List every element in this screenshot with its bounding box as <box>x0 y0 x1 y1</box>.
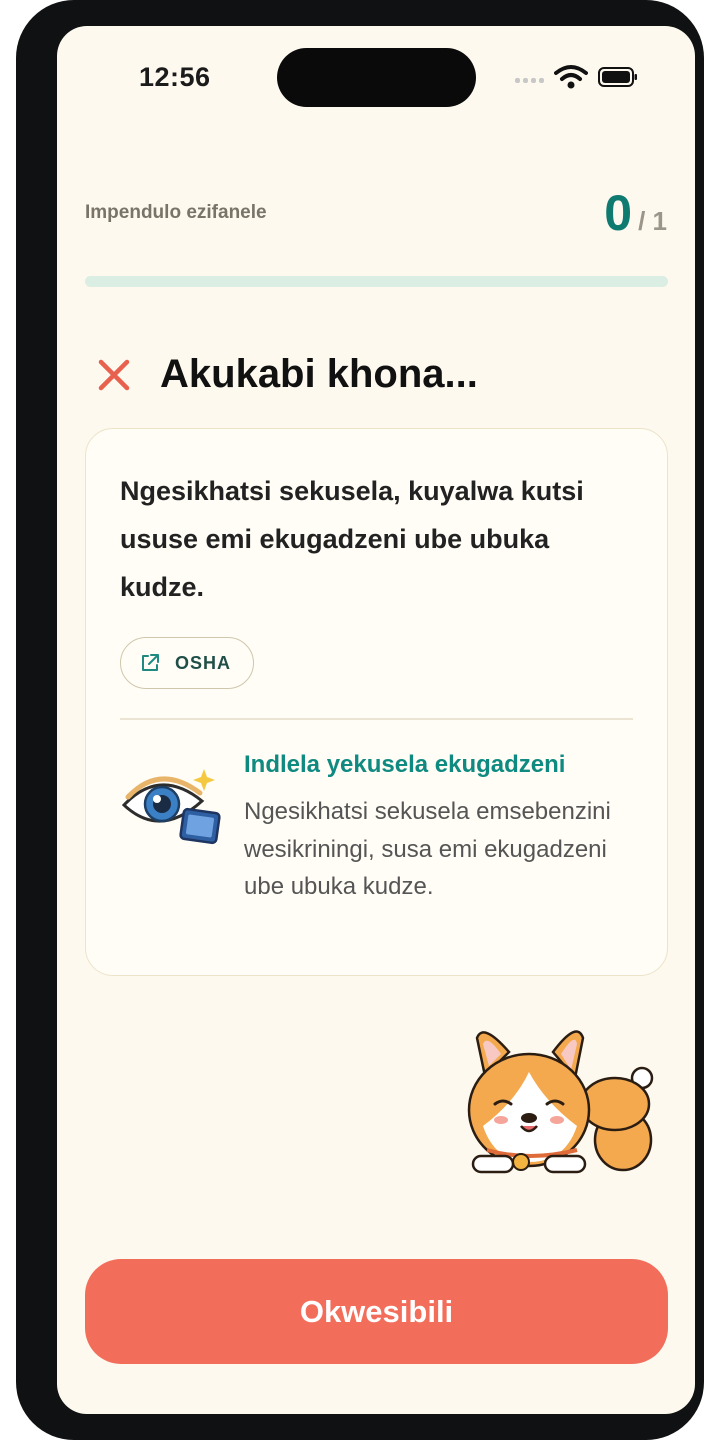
tip-body: Ngesikhatsi sekusela emsebenzini wesikri… <box>244 798 611 900</box>
score-value: 0 <box>604 185 633 241</box>
close-icon <box>98 359 130 391</box>
external-link-icon <box>142 654 159 671</box>
explanation-card: Ngesikhatsi sekusela, kuyalwa kutsi usus… <box>85 428 668 976</box>
next-button-label: Okwesibili <box>299 1293 454 1329</box>
divider <box>120 718 633 720</box>
score-counter: 0 / 1 <box>604 184 667 242</box>
status-time: 12:56 <box>139 62 211 92</box>
next-button[interactable]: Okwesibili <box>85 1259 668 1364</box>
corgi-mascot-icon <box>467 1030 654 1174</box>
app-screen: 12:56 Impendulo ezifanele 0 / 1 Akukabi … <box>57 26 695 1414</box>
phone-frame: 12:56 Impendulo ezifanele 0 / 1 Akukabi … <box>16 0 704 1440</box>
source-link-label: OSHA <box>175 652 232 673</box>
wifi-icon <box>554 65 588 89</box>
eye-tablet-icon <box>121 769 221 845</box>
score-label: Impendulo ezifanele <box>85 202 267 223</box>
battery-icon <box>598 67 637 87</box>
progress-bar <box>85 276 668 287</box>
score-total: / 1 <box>638 206 667 236</box>
tip-title: Indlela yekusela ekugadzeni <box>244 751 566 778</box>
signal-icon <box>515 78 544 83</box>
explanation-text: Ngesikhatsi sekusela, kuyalwa kutsi usus… <box>120 476 584 602</box>
dynamic-island <box>277 48 476 107</box>
source-link-button[interactable]: OSHA <box>120 637 255 689</box>
result-title: Akukabi khona... <box>160 352 478 396</box>
